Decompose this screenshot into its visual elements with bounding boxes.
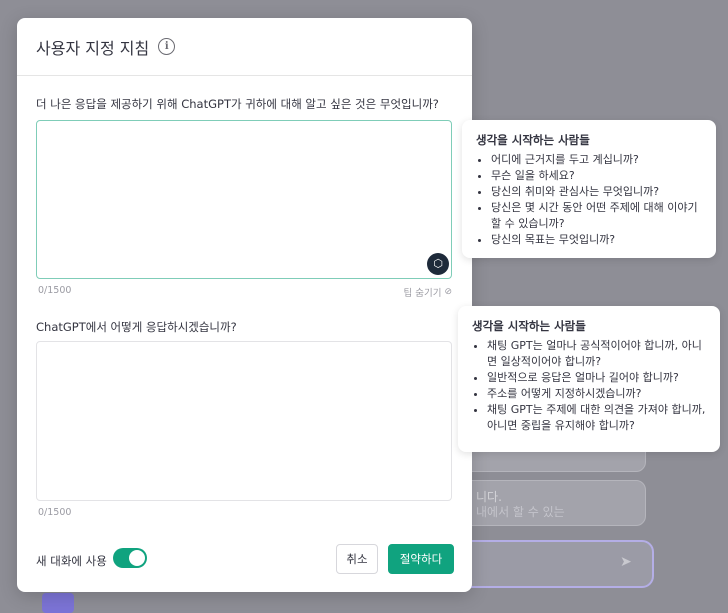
about-you-textarea[interactable] xyxy=(36,120,452,279)
extension-icon[interactable]: ⬡ xyxy=(427,253,449,275)
send-icon: ➤ xyxy=(620,554,632,570)
response-style-textarea[interactable] xyxy=(36,341,452,501)
tips-card-1: 생각을 시작하는 사람들 어디에 근거지를 두고 계십니까? 무슨 일을 하세요… xyxy=(462,120,716,258)
custom-instructions-dialog: 사용자 지정 지침 i 더 나은 응답을 제공하기 위해 ChatGPT가 귀하… xyxy=(17,18,472,592)
tip-item: 당신은 몇 시간 동안 어떤 주제에 대해 이야기할 수 있습니까? xyxy=(491,200,702,232)
dialog-header: 사용자 지정 지침 i xyxy=(17,18,472,76)
new-chat-toggle[interactable] xyxy=(113,548,147,568)
tip-item: 주소를 어떻게 지정하시겠습니까? xyxy=(487,386,706,402)
tips-card-2: 생각을 시작하는 사람들 채팅 GPT는 얼마나 공식적이어야 합니까, 아니면… xyxy=(458,306,720,452)
toggle-knob xyxy=(129,550,145,566)
dialog-title: 사용자 지정 지침 xyxy=(36,38,150,58)
background-text: 내에서 할 수 있는 xyxy=(476,505,565,519)
tips-list: 어디에 근거지를 두고 계십니까? 무슨 일을 하세요? 당신의 취미와 관심사… xyxy=(476,152,702,248)
tip-item: 채팅 GPT는 얼마나 공식적이어야 합니까, 아니면 일상적이어야 합니까? xyxy=(487,338,706,370)
tip-item: 당신의 목표는 무엇입니까? xyxy=(491,232,702,248)
hide-tips-button[interactable]: 팁 숨기기 ⊘ xyxy=(403,285,452,299)
question-1-counter: 0/1500 xyxy=(38,285,72,296)
question-2-label: ChatGPT에서 어떻게 응답하시겠습니까? xyxy=(36,320,237,334)
tip-item: 무슨 일을 하세요? xyxy=(491,168,702,184)
save-button[interactable]: 절약하다 xyxy=(388,544,454,574)
question-1-label: 더 나은 응답을 제공하기 위해 ChatGPT가 귀하에 대해 알고 싶은 것… xyxy=(36,97,439,111)
tips-card-title: 생각을 시작하는 사람들 xyxy=(476,133,590,147)
new-chat-toggle-label: 새 대화에 사용 xyxy=(36,554,107,568)
eye-off-icon: ⊘ xyxy=(444,287,452,297)
avatar xyxy=(42,593,74,613)
hide-tips-label: 팁 숨기기 xyxy=(403,288,442,299)
cancel-button[interactable]: 취소 xyxy=(336,544,378,574)
tip-item: 당신의 취미와 관심사는 무엇입니까? xyxy=(491,184,702,200)
tip-item: 어디에 근거지를 두고 계십니까? xyxy=(491,152,702,168)
question-2-counter: 0/1500 xyxy=(38,507,72,518)
tips-list: 채팅 GPT는 얼마나 공식적이어야 합니까, 아니면 일상적이어야 합니까? … xyxy=(472,338,706,434)
info-icon[interactable]: i xyxy=(158,38,176,55)
tip-item: 채팅 GPT는 주제에 대한 의견을 가져야 합니까, 아니면 중립을 유지해야… xyxy=(487,402,706,434)
tips-card-title: 생각을 시작하는 사람들 xyxy=(472,319,586,333)
tip-item: 일반적으로 응답은 얼마나 길어야 합니까? xyxy=(487,370,706,386)
